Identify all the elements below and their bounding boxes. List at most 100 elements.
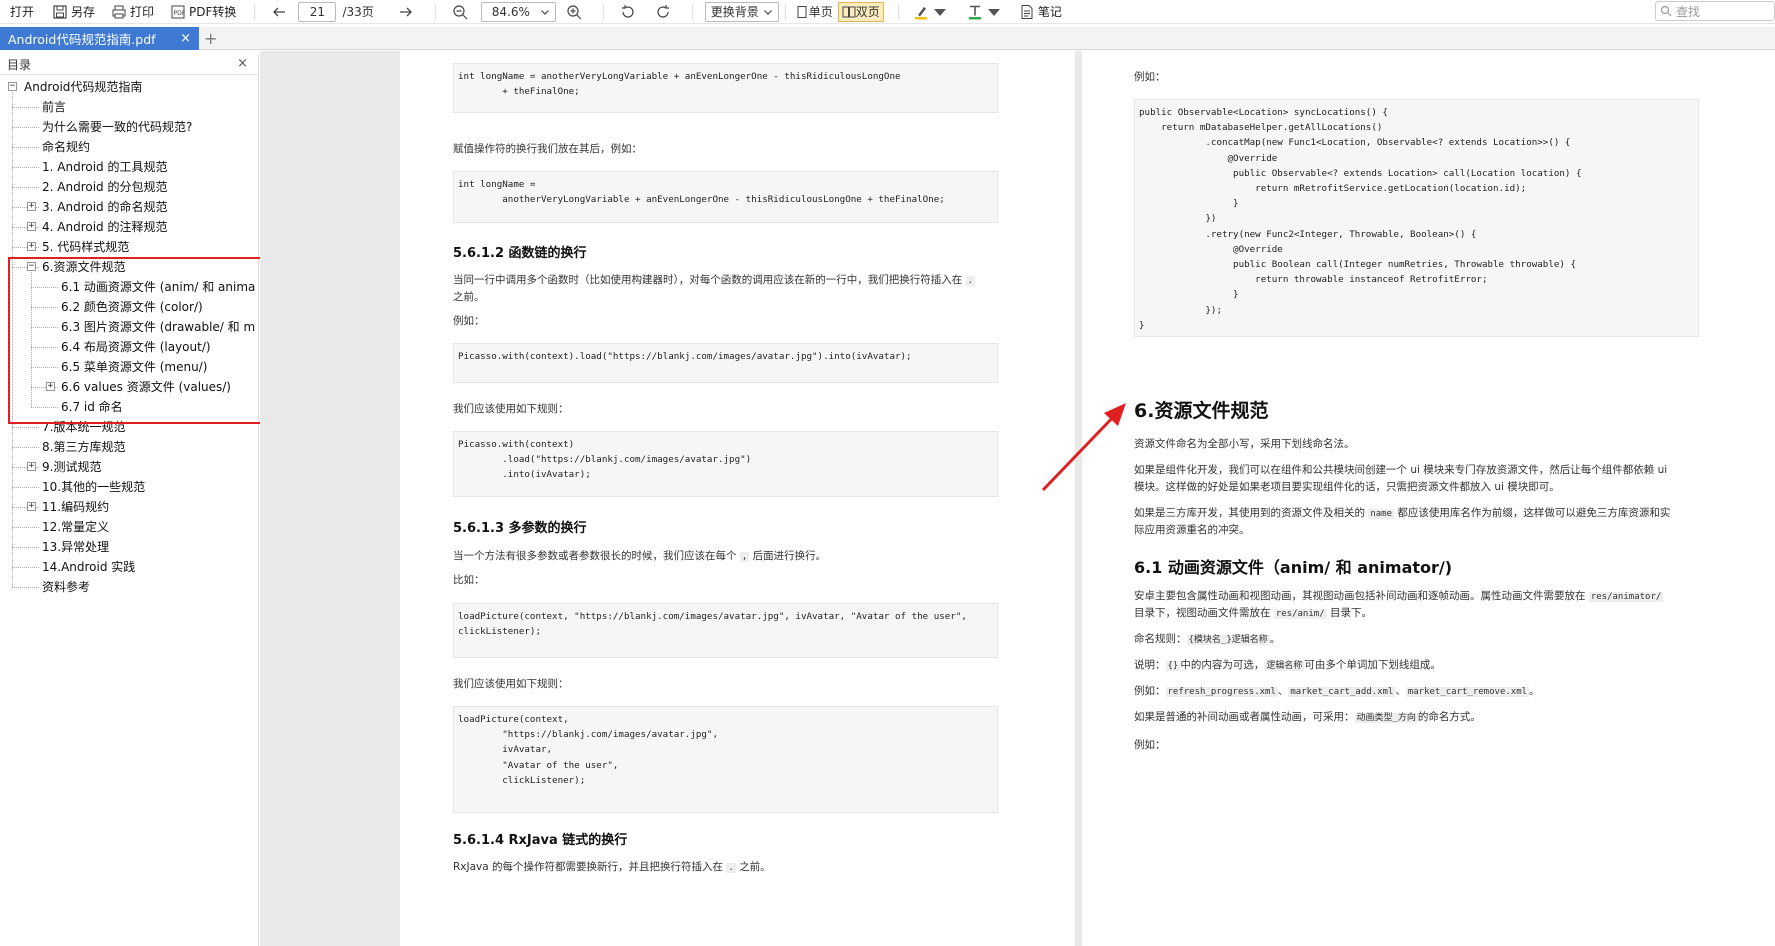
- code-block: int longName = anotherVeryLongVariable +…: [453, 171, 998, 223]
- toolbar-divider: [434, 3, 436, 20]
- text: 安卓主要包含属性动画和视图动画，其视图动画包括补间动画和逐帧动画。属性动画文件需…: [1134, 590, 1586, 602]
- outline-item[interactable]: 4. Android 的注释规范: [42, 217, 255, 237]
- outline-item[interactable]: 11.编码规约: [42, 497, 255, 517]
- toolbar-divider: [897, 3, 899, 20]
- chevron-down-icon: [540, 9, 549, 15]
- outline-item[interactable]: 12.常量定义: [42, 517, 255, 537]
- outline-item[interactable]: 14.Android 实践: [42, 557, 255, 577]
- note-icon: [1021, 4, 1033, 19]
- text: 。: [1529, 685, 1540, 697]
- tab-bar: Android代码规范指南.pdf × +: [0, 27, 1775, 50]
- outline-item[interactable]: 9.测试规范: [42, 457, 255, 477]
- expand-icon[interactable]: +: [27, 202, 36, 211]
- expand-icon[interactable]: +: [27, 462, 36, 471]
- tree-connector: [12, 567, 39, 568]
- paragraph: 命名规则： {模块名_}逻辑名称。: [1134, 631, 1280, 649]
- expand-icon[interactable]: +: [27, 242, 36, 251]
- text: RxJava 的每个操作符都需要换新行，并且把换行符插入在: [453, 861, 724, 873]
- zoom-in-icon: [567, 4, 582, 19]
- text: 如果是普通的补间动画或者属性动画，可采用：: [1134, 711, 1355, 723]
- change-background-select[interactable]: 更换背景: [704, 1, 779, 22]
- expand-icon[interactable]: +: [27, 502, 36, 511]
- text: 都应该使用库名作为前缀，这样做可以避免三方库资源和实: [1397, 507, 1671, 519]
- expand-icon[interactable]: +: [27, 222, 36, 231]
- inline-code: {模块名_}逻辑名称: [1186, 635, 1270, 645]
- inline-code: 动画类型_方向: [1354, 713, 1418, 723]
- paragraph: 当同一行中调用多个函数时（比如使用构建器时），对每个函数的调用应该在新的一行中，…: [453, 272, 976, 290]
- text: 例如：: [1134, 685, 1166, 697]
- text: 、: [1395, 685, 1406, 697]
- close-tab-icon[interactable]: ×: [180, 31, 191, 46]
- text: 。: [1269, 633, 1281, 645]
- rotate-left-button[interactable]: [616, 1, 643, 23]
- notes-button[interactable]: 笔记: [1015, 1, 1066, 23]
- tab-document[interactable]: Android代码规范指南.pdf ×: [0, 27, 199, 50]
- outline-header: 目录 ×: [0, 55, 258, 75]
- rotate-right-button[interactable]: [651, 1, 678, 23]
- outline-item[interactable]: 前言: [42, 97, 255, 117]
- text: 后面进行换行。: [752, 550, 827, 562]
- double-page-label: 双页: [855, 5, 880, 19]
- svg-text:PDF: PDF: [174, 10, 186, 17]
- code-block: Picasso.with(context) .load("https://bla…: [453, 431, 998, 497]
- paragraph: 我们应该使用如下规则：: [453, 403, 569, 415]
- outline-item[interactable]: 资料参考: [42, 577, 255, 597]
- double-page-button[interactable]: 双页: [837, 1, 884, 22]
- inline-code: market_cart_add.xml: [1288, 687, 1396, 697]
- page-right: 例如： public Observable<Location> syncLoca…: [1082, 51, 1775, 946]
- document-canvas: int longName = anotherVeryLongVariable +…: [260, 51, 1775, 946]
- tree-connector: [12, 527, 39, 528]
- inline-code: res/anim/: [1273, 609, 1327, 619]
- print-button[interactable]: 打印: [107, 1, 158, 23]
- search-input[interactable]: 查找: [1655, 1, 1775, 21]
- open-button[interactable]: 打开: [6, 1, 38, 23]
- chapter-heading: 6.资源文件规范: [1134, 400, 1269, 422]
- inline-code: market_cart_remove.xml: [1405, 687, 1530, 697]
- text-color-button[interactable]: [963, 1, 1009, 23]
- page-number-input[interactable]: 21: [298, 1, 337, 22]
- next-page-button[interactable]: [394, 1, 421, 23]
- new-tab-button[interactable]: +: [204, 29, 217, 48]
- inline-code: name: [1368, 509, 1395, 519]
- zoom-select[interactable]: 84.6%: [480, 1, 556, 22]
- paragraph: 例如：: [1134, 71, 1166, 83]
- outline-item[interactable]: 10.其他的一些规范: [42, 477, 255, 497]
- text: 可由多个单词加下划线组成。: [1304, 659, 1441, 671]
- prev-page-button[interactable]: [267, 1, 294, 23]
- rotate-left-icon: [621, 4, 634, 18]
- outline-item[interactable]: 13.异常处理: [42, 537, 255, 557]
- outline-item[interactable]: 2. Android 的分包规范: [42, 177, 255, 197]
- tree-connector: [12, 147, 39, 148]
- save-as-label: 另存: [71, 5, 96, 19]
- inline-code: 逻辑名称: [1264, 661, 1305, 671]
- highlight-button[interactable]: [909, 1, 955, 23]
- outline-item[interactable]: 1. Android 的工具规范: [42, 157, 255, 177]
- code-block: public Observable<Location> syncLocation…: [1134, 99, 1699, 337]
- outline-item[interactable]: 3. Android 的命名规范: [42, 197, 255, 217]
- zoom-in-button[interactable]: [562, 1, 589, 23]
- outline-item[interactable]: 8.第三方库规范: [42, 437, 255, 457]
- notes-label: 笔记: [1037, 5, 1062, 19]
- outline-item[interactable]: Android代码规范指南: [24, 77, 255, 97]
- caret-down-icon: [987, 8, 1000, 16]
- paragraph: 如果是组件化开发，我们可以在组件和公共模块间创建一个 ui 模块来专门存放资源文…: [1134, 464, 1668, 476]
- outline-item[interactable]: 命名规约: [42, 137, 255, 157]
- tree-connector: [12, 187, 39, 188]
- zoom-out-button[interactable]: [448, 1, 475, 23]
- highlight-frame: [8, 257, 271, 424]
- save-as-button[interactable]: 另存: [48, 1, 99, 23]
- collapse-icon[interactable]: −: [8, 82, 17, 91]
- outline-item[interactable]: 为什么需要一致的代码规范?: [42, 117, 255, 137]
- text-icon: [968, 5, 981, 19]
- paragraph: 之前。: [453, 291, 485, 303]
- outline-item[interactable]: 5. 代码样式规范: [42, 237, 255, 257]
- print-label: 打印: [130, 5, 155, 19]
- close-sidebar-icon[interactable]: ×: [237, 56, 248, 71]
- pdf-convert-button[interactable]: PDF PDF转换: [166, 1, 240, 23]
- paragraph: 安卓主要包含属性动画和视图动画，其视图动画包括补间动画和逐帧动画。属性动画文件需…: [1134, 588, 1664, 606]
- single-page-button[interactable]: 单页: [792, 2, 836, 22]
- tree-connector: [12, 127, 39, 128]
- zoom-value: 84.6%: [491, 4, 530, 19]
- toolbar-divider: [784, 3, 786, 20]
- paragraph: 我们应该使用如下规则：: [453, 678, 569, 690]
